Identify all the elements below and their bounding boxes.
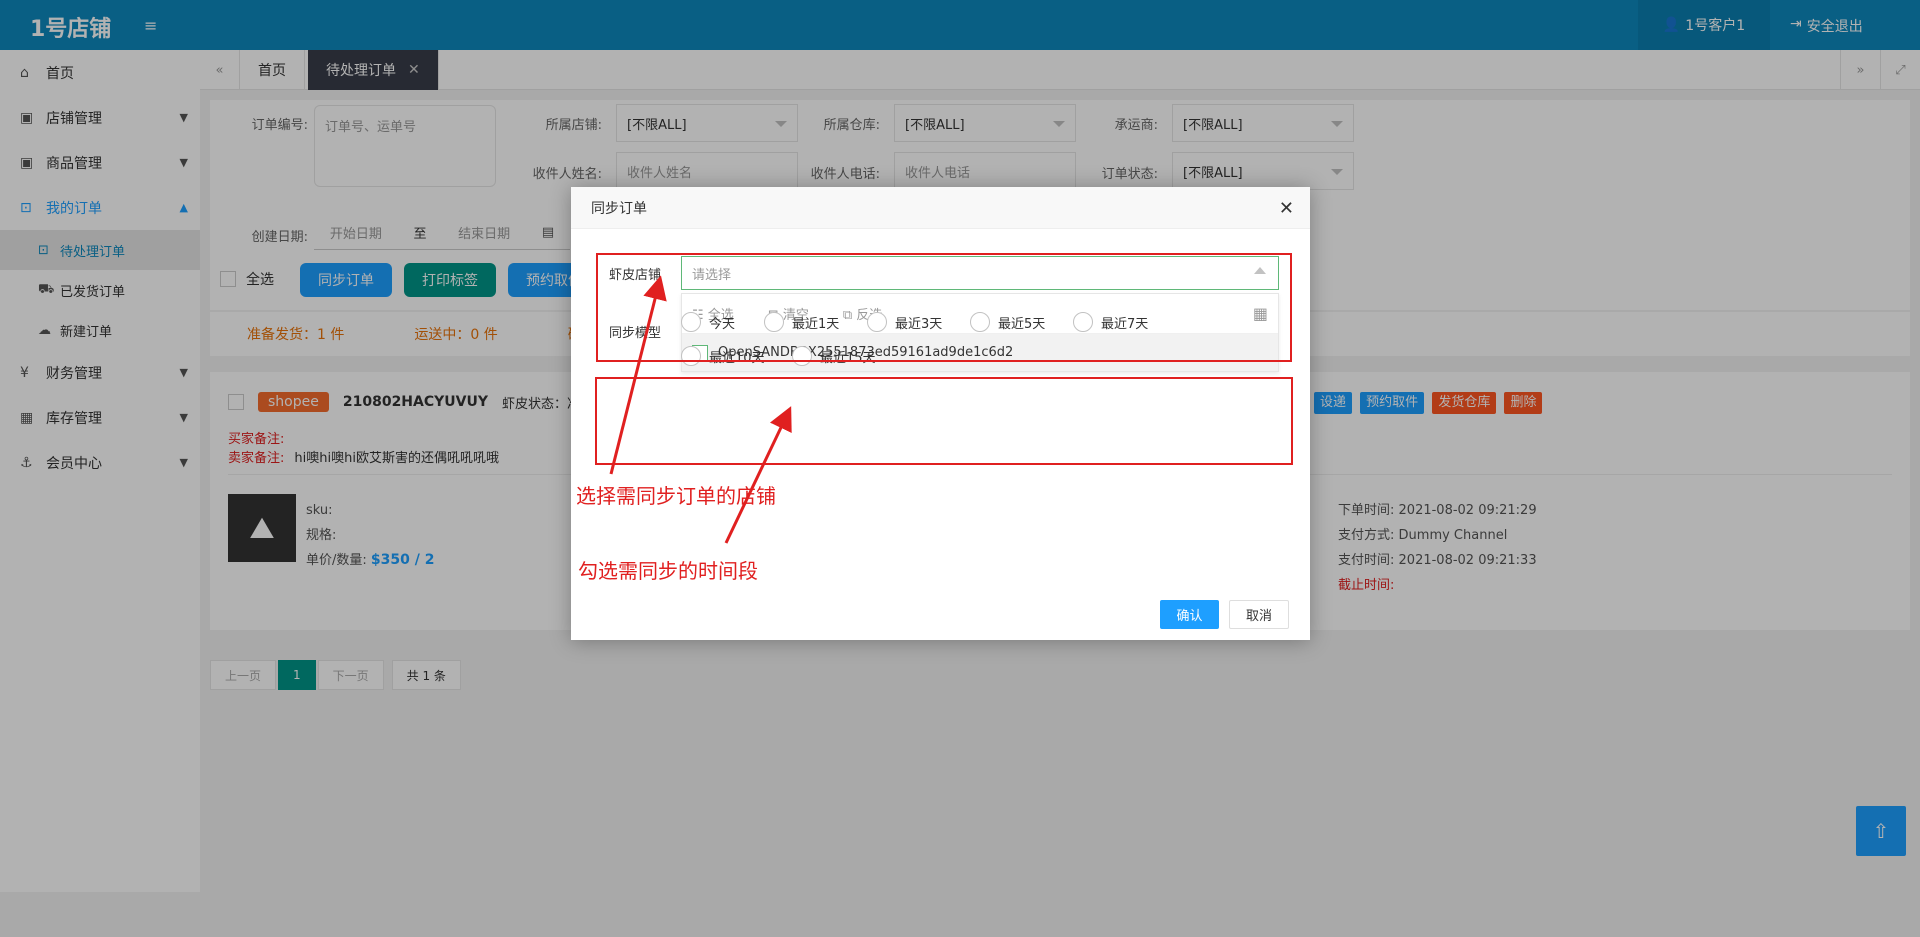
sync-orders-dialog: 同步订单 ✕ 虾皮店铺 请选择 同步模型 ☷ 全选 ⊠ 清空 ⧉ 反选 ▦ Op… xyxy=(571,187,1310,640)
confirm-button[interactable]: 确认 xyxy=(1160,600,1219,629)
shop-annotation: 选择需同步订单的店铺 xyxy=(576,484,776,508)
cancel-button[interactable]: 取消 xyxy=(1229,600,1289,629)
range-annotation: 勾选需同步的时间段 xyxy=(578,559,758,583)
shop-arrow xyxy=(609,275,667,475)
